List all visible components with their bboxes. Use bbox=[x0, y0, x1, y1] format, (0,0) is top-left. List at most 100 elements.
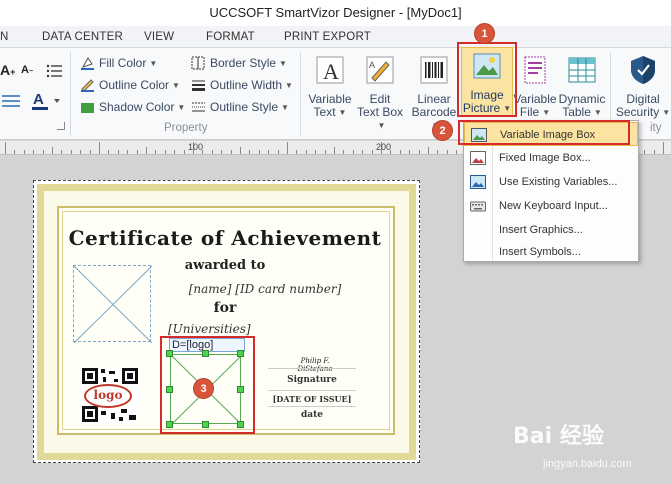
dynamic-table-icon bbox=[568, 57, 596, 83]
linear-barcode-button[interactable]: Linear Barcode▼ bbox=[408, 52, 460, 130]
ruler-tick bbox=[258, 150, 260, 154]
ruler-tick bbox=[249, 150, 251, 154]
digital-security-button[interactable]: Digital Security ▼ bbox=[615, 52, 671, 122]
align-icon[interactable] bbox=[0, 92, 24, 110]
window-title: UCCSOFT SmartVizor Designer - [MyDoc1] bbox=[0, 0, 671, 26]
ruler-tick bbox=[268, 150, 270, 154]
ruler-number: 200 bbox=[376, 142, 392, 152]
baidu-watermark: Bai 经验 jingyan.baidu.com bbox=[513, 424, 632, 470]
dynamic-table-button[interactable]: Dynamic Table ▼ bbox=[557, 52, 607, 122]
variable-file-label: File ▼ bbox=[519, 105, 551, 119]
ruler-number: 100 bbox=[188, 142, 204, 152]
font-shrink-icon[interactable]: A− bbox=[21, 64, 39, 82]
ruler-tick bbox=[287, 142, 288, 154]
svg-text:A: A bbox=[33, 91, 44, 108]
placeholder-cross-icon bbox=[73, 265, 153, 344]
variable-text-label: Text ▼ bbox=[313, 105, 347, 119]
ruler-tick bbox=[5, 142, 6, 154]
ruler-tick bbox=[14, 150, 16, 154]
svg-text:A: A bbox=[369, 60, 375, 70]
ruler-tick bbox=[70, 150, 72, 154]
dynamic-table-label: Table ▼ bbox=[562, 105, 602, 119]
ruler-tick bbox=[108, 150, 110, 154]
name-id-variable[interactable]: [name] [ID card number] bbox=[170, 282, 360, 296]
universities-variable[interactable]: [Universities] bbox=[168, 322, 263, 336]
signature-line bbox=[268, 390, 356, 391]
ruler-tick bbox=[146, 147, 147, 154]
menu-item-use-existing-variables[interactable]: Use Existing Variables... bbox=[464, 170, 638, 194]
date-label[interactable]: date bbox=[268, 410, 356, 420]
font-size-icon[interactable]: A+ bbox=[0, 62, 20, 80]
ruler-tick bbox=[446, 150, 448, 154]
ribbon-separator bbox=[70, 52, 71, 136]
ruler-tick bbox=[117, 150, 119, 154]
ruler-tick bbox=[315, 150, 317, 154]
ruler-tick bbox=[33, 150, 35, 154]
ruler-tick bbox=[437, 150, 439, 154]
tab-format[interactable]: FORMAT bbox=[206, 26, 255, 48]
ruler-tick bbox=[644, 150, 646, 154]
variable-file-button[interactable]: Variable File ▼ bbox=[512, 52, 558, 122]
ruler-tick bbox=[89, 150, 91, 154]
ruler-tick bbox=[334, 147, 335, 154]
step-badge-2: 2 bbox=[432, 120, 453, 141]
menu-item-insert-symbols[interactable]: Insert Symbols... bbox=[464, 240, 638, 264]
tab-print-export[interactable]: PRINT EXPORT bbox=[284, 26, 371, 48]
ruler-tick bbox=[240, 147, 241, 154]
ruler-tick bbox=[183, 150, 185, 154]
variable-file-icon bbox=[524, 56, 546, 84]
border-style-label: Border Style ▼ bbox=[210, 56, 287, 70]
handwritten-signature: Philip F. DiStefano bbox=[297, 357, 333, 373]
security-group-label-partial: ity bbox=[650, 122, 662, 134]
tab-view[interactable]: VIEW bbox=[144, 26, 174, 48]
tab-data-center[interactable]: DATA CENTER bbox=[42, 26, 123, 48]
menu-item-new-keyboard-input[interactable]: New Keyboard Input... bbox=[464, 194, 638, 218]
ruler-tick bbox=[211, 150, 213, 154]
ruler-tick bbox=[324, 150, 326, 154]
step-badge-3: 3 bbox=[193, 378, 214, 399]
edit-text-box-label: Text Box▼ bbox=[356, 105, 404, 131]
ruler-tick bbox=[418, 150, 420, 154]
tab-partial[interactable]: N bbox=[0, 26, 8, 48]
outline-color-label: Outline Color ▼ bbox=[99, 78, 180, 92]
ruler-tick bbox=[343, 150, 345, 154]
variable-text-button[interactable]: A Variable Text ▼ bbox=[305, 52, 355, 122]
ruler-tick bbox=[296, 150, 298, 154]
fill-color-label: Fill Color ▼ bbox=[99, 56, 158, 70]
signature-label[interactable]: Signature bbox=[268, 375, 356, 385]
ruler-tick bbox=[663, 142, 664, 154]
ruler-tick bbox=[230, 150, 232, 154]
ruler-tick bbox=[52, 147, 53, 154]
list-icon[interactable] bbox=[46, 62, 64, 80]
ruler-tick bbox=[42, 150, 44, 154]
existing-variable-icon bbox=[470, 175, 486, 189]
ruler-tick bbox=[221, 150, 223, 154]
menu-item-fixed-image-box[interactable]: Fixed Image Box... bbox=[464, 146, 638, 170]
step-badge-1: 1 bbox=[474, 23, 495, 44]
ruler-tick bbox=[127, 150, 129, 154]
annotation-box-variable-image bbox=[458, 120, 630, 145]
shadow-color-label: Shadow Color ▼ bbox=[99, 100, 186, 114]
ruler-tick bbox=[277, 150, 279, 154]
menu-item-insert-graphics[interactable]: Insert Graphics... bbox=[464, 218, 638, 242]
ruler-tick bbox=[352, 150, 354, 154]
for-text[interactable]: for bbox=[195, 300, 255, 316]
dialog-launcher-icon[interactable] bbox=[57, 122, 65, 130]
ruler-tick bbox=[399, 150, 401, 154]
logo-image[interactable]: logo bbox=[84, 384, 132, 408]
date-of-issue-variable[interactable]: [DATE OF ISSUE] bbox=[268, 394, 356, 404]
font-color-icon[interactable]: A bbox=[30, 89, 64, 113]
ruler-tick bbox=[61, 150, 63, 154]
ruler-tick bbox=[362, 150, 364, 154]
digital-security-label: Security ▼ bbox=[615, 105, 671, 119]
ruler-tick bbox=[164, 150, 166, 154]
outline-style-label: Outline Style ▼ bbox=[210, 100, 289, 114]
ruler-tick bbox=[456, 150, 458, 154]
image-placeholder[interactable] bbox=[73, 265, 153, 344]
edit-text-box-button[interactable]: A Edit Text Box▼ bbox=[353, 52, 407, 130]
ribbon-separator bbox=[300, 52, 301, 136]
ruler-tick bbox=[99, 142, 100, 154]
shield-icon bbox=[631, 56, 655, 84]
awarded-to-text[interactable]: awarded to bbox=[150, 258, 300, 273]
certificate-title[interactable]: Certificate of Achievement bbox=[60, 226, 390, 250]
